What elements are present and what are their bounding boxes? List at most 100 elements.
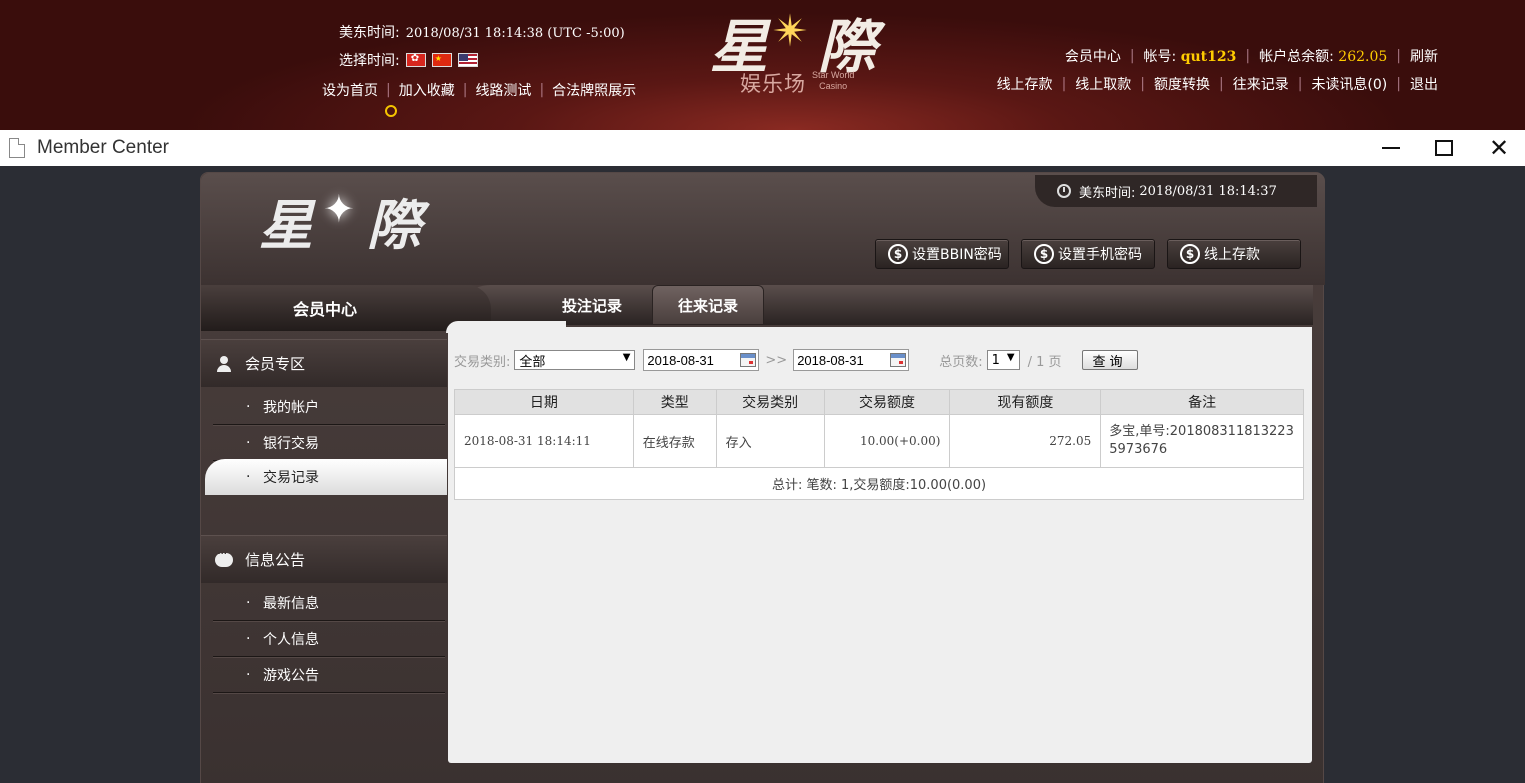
sidebar-item-bank-transactions[interactable]: 银行交易 — [213, 425, 445, 461]
sidebar-item-transaction-records[interactable]: 交易记录 — [205, 459, 447, 495]
link-logout[interactable]: 退出 — [1401, 74, 1438, 94]
member-center-heading: 会员中心 — [201, 285, 491, 331]
cell-remarks: 多宝,单号:20180831181322359736​76 — [1100, 414, 1304, 468]
link-online-deposit[interactable]: 线上存款 — [988, 74, 1062, 94]
hong-kong-flag-icon[interactable] — [405, 53, 426, 67]
column-amount: 交易额度 — [823, 389, 951, 415]
document-icon — [9, 138, 25, 158]
column-remarks: 备注 — [1100, 389, 1304, 415]
link-unread-messages[interactable]: 未读讯息(0) — [1302, 74, 1396, 94]
close-button[interactable]: ✕ — [1472, 130, 1525, 166]
sidebar: 会员专区 我的帐户 银行交易 交易记录 信息公告 最新信息 个人信息 游戏公告 — [201, 331, 447, 783]
cell-balance: 272.05 — [949, 414, 1102, 468]
clock-value: 2018/08/31 18:14:37 — [1139, 183, 1277, 199]
set-phone-password-button[interactable]: $ 设置手机密码 — [1021, 239, 1155, 269]
sidebar-item-latest-news[interactable]: 最新信息 — [213, 585, 445, 621]
panel-header: 星 ✦ 際 美东时间: 2018/08/31 18:14:37 $ 设置BBIN密码… — [201, 173, 1325, 285]
transaction-type-select[interactable]: 全部 ▼ — [514, 350, 636, 370]
member-center-panel: 星 ✦ 際 美东时间: 2018/08/31 18:14:37 $ 设置BBIN密码… — [200, 172, 1325, 783]
date-to-input[interactable]: 2018-08-31 — [793, 349, 910, 371]
site-header: 美东时间: 2018/08/31 18:14:38 (UTC -5:00) 选择时… — [0, 0, 1525, 130]
tab-transaction-history[interactable]: 往来记录 — [652, 285, 764, 325]
table-row: 2018-08-31 18:14:11 在线存款 存入 10.00(+0.00)… — [454, 414, 1304, 468]
sidebar-item-my-account[interactable]: 我的帐户 — [213, 389, 445, 425]
link-set-homepage[interactable]: 设为首页 — [322, 80, 386, 100]
language-selector: 选择时间: — [339, 50, 478, 70]
column-balance: 现有额度 — [949, 389, 1102, 415]
link-online-withdraw[interactable]: 线上取款 — [1066, 74, 1140, 94]
cell-date: 2018-08-31 18:14:11 — [454, 414, 634, 468]
clock-label: 美东时间: — [1079, 185, 1136, 201]
table-header-row: 日期 类型 交易类别 交易额度 现有额度 备注 — [454, 389, 1304, 415]
account-info: 帐号: qut123 — [1143, 49, 1237, 65]
sparkle-icon: ✦ — [323, 187, 355, 231]
language-label: 选择时间: — [339, 53, 400, 69]
tab-strip: 会员中心 投注记录 往来记录 — [201, 285, 1313, 331]
china-flag-icon[interactable] — [431, 53, 452, 67]
header-time: 美东时间: 2018/08/31 18:14:38 (UTC -5:00) — [339, 22, 625, 42]
link-member-center[interactable]: 会员中心 — [1056, 46, 1130, 66]
cell-type: 在线存款 — [632, 414, 717, 468]
date-from-input[interactable]: 2018-08-31 — [643, 349, 760, 371]
calendar-icon[interactable] — [890, 353, 907, 367]
online-deposit-button[interactable]: $ 线上存款 — [1167, 239, 1301, 269]
dollar-icon: $ — [1034, 244, 1054, 264]
panel-logo: 星 ✦ 際 — [259, 187, 421, 257]
balance-value: 262.05 — [1338, 49, 1388, 65]
column-type: 类型 — [632, 389, 717, 415]
maximize-button[interactable] — [1417, 130, 1471, 166]
refresh-link[interactable]: 刷新 — [1401, 46, 1438, 66]
link-history[interactable]: 往来记录 — [1224, 74, 1298, 94]
cell-amount: 10.00(+0.00) — [823, 414, 951, 468]
dollar-icon: $ — [888, 244, 908, 264]
link-line-test[interactable]: 线路测试 — [467, 80, 539, 100]
dropdown-arrow-icon: ▼ — [622, 352, 631, 363]
minimize-icon — [1382, 147, 1400, 149]
header-time-value: 2018/08/31 18:14:38 (UTC -5:00) — [405, 26, 625, 41]
window-title: Member Center — [37, 137, 169, 158]
query-button[interactable]: 查询 — [1081, 350, 1138, 370]
column-date: 日期 — [454, 389, 634, 415]
total-pages-label: 总页数: — [939, 354, 983, 370]
star-icon: ✴ — [772, 6, 809, 57]
date-range-separator: >> — [765, 352, 788, 368]
page-total: / 1 页 — [1027, 354, 1062, 370]
column-category: 交易类别 — [715, 389, 825, 415]
nav-indicator-icon — [385, 105, 397, 117]
type-label: 交易类别: — [454, 354, 511, 370]
link-add-favorite[interactable]: 加入收藏 — [391, 80, 463, 100]
tab-bet-records[interactable]: 投注记录 — [537, 285, 647, 325]
table-total-row: 总计: 笔数: 1,交易额度:10.00(0.00) — [454, 467, 1304, 500]
table-total: 总计: 笔数: 1,交易额度:10.00(0.00) — [454, 467, 1304, 500]
sidebar-item-personal-messages[interactable]: 个人信息 — [213, 621, 445, 657]
site-logo[interactable]: 星 ✴ 際 娱乐场 Star World Casino — [710, 2, 890, 100]
account-name: qut123 — [1180, 49, 1237, 65]
link-license[interactable]: 合法牌照展示 — [544, 80, 644, 100]
sidebar-item-game-announcements[interactable]: 游戏公告 — [213, 657, 445, 693]
minimize-button[interactable] — [1364, 130, 1418, 166]
sidebar-section-announcements[interactable]: 信息公告 — [201, 535, 447, 583]
clock-icon — [1057, 184, 1071, 198]
header-account-area: 会员中心 | 帐号: qut123 | 帐户总余额: 262.05 | 刷新 线上存款… — [988, 46, 1438, 94]
header-links: 设为首页 | 加入收藏 | 线路测试 | 合法牌照展示 — [322, 80, 644, 100]
page-select[interactable]: 1 ▼ — [986, 350, 1020, 370]
window-titlebar[interactable]: Member Center ✕ — [0, 130, 1525, 166]
calendar-icon[interactable] — [740, 353, 757, 367]
header-time-label: 美东时间: — [339, 25, 400, 41]
content-area: 交易类别: 全部 ▼ 2018-08-31 >> 2018-08-31 总页数: … — [446, 321, 1312, 763]
filter-bar: 交易类别: 全部 ▼ 2018-08-31 >> 2018-08-31 总页数: … — [454, 349, 1138, 371]
close-icon: ✕ — [1488, 134, 1510, 162]
user-icon — [215, 355, 233, 373]
dollar-icon: $ — [1180, 244, 1200, 264]
cell-category: 存入 — [715, 414, 825, 468]
panel-clock: 美东时间: 2018/08/31 18:14:37 — [1035, 175, 1317, 207]
chat-icon — [215, 547, 233, 567]
set-bbin-password-button[interactable]: $ 设置BBIN密码 — [875, 239, 1009, 269]
balance-info: 帐户总余额: 262.05 — [1259, 49, 1388, 65]
transaction-table: 日期 类型 交易类别 交易额度 现有额度 备注 2018-08-31 18:14… — [454, 389, 1304, 500]
maximize-icon — [1435, 140, 1453, 156]
sidebar-section-member[interactable]: 会员专区 — [201, 339, 447, 387]
dropdown-arrow-icon: ▼ — [1006, 352, 1015, 363]
link-transfer[interactable]: 额度转换 — [1145, 74, 1219, 94]
us-flag-icon[interactable] — [457, 53, 478, 67]
